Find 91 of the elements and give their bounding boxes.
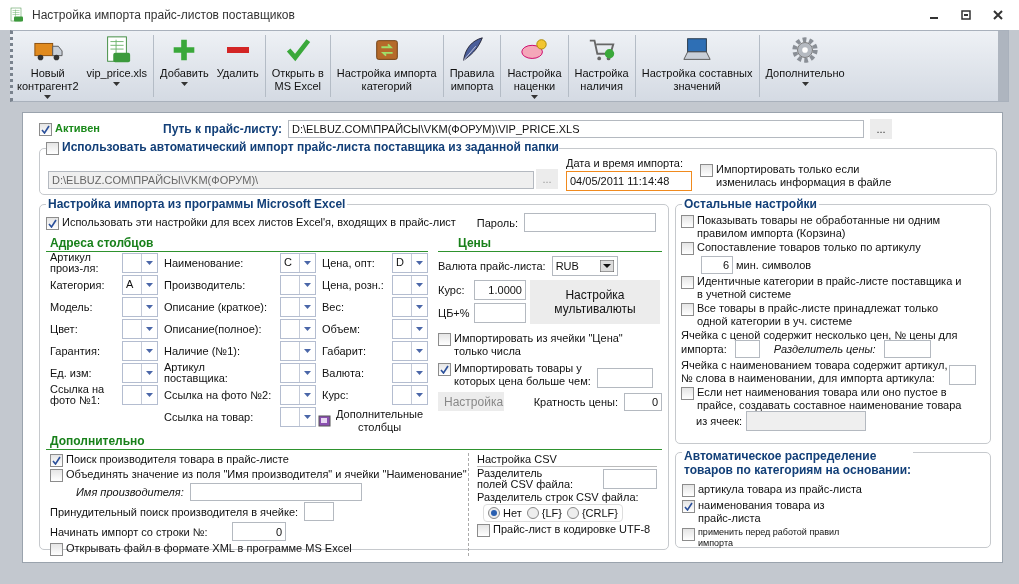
field-label: Курс:: [322, 389, 349, 401]
row-separator-label: Разделитель строк CSV файла:: [477, 491, 640, 503]
checkbox-label: Показывать товары не обработанные ни одним правилом импорта (Корзина): [697, 214, 941, 240]
toolbar-button[interactable]: Добавить: [156, 31, 213, 101]
price-index-label: импорта:: [681, 343, 727, 355]
start-row-field[interactable]: 0: [232, 522, 286, 541]
multiplicity-field[interactable]: 0: [624, 392, 662, 411]
toolbar-button[interactable]: Удалить: [212, 31, 263, 101]
radio-option[interactable]: Нет: [488, 507, 522, 519]
field-label: Категория:: [50, 279, 105, 291]
toolbar-button[interactable]: Настройка наценки: [503, 31, 566, 101]
checkbox-label: Импортировать товары у которых цена больше чем:: [454, 362, 591, 388]
field-label: Описание (краткое):: [164, 301, 268, 313]
browse-button[interactable]: ...: [870, 119, 893, 139]
group-title: Автоматическое распределение товаров по категориям на основании:: [682, 449, 914, 477]
toolbar-button[interactable]: vip_price.xls: [82, 31, 152, 101]
multiplicity-label: Кратность цены:: [533, 395, 618, 408]
checkbox-label: Импортировать только если изменилась информация в файле: [716, 163, 892, 189]
checkbox-label: Прайс-лист в кодировке UTF-8: [493, 523, 651, 536]
toolbar-button[interactable]: Новый контрагент2: [13, 31, 83, 101]
min-chars-field[interactable]: 6: [701, 256, 733, 274]
field-label: Цена, розн.:: [322, 279, 384, 291]
field-label: Наличие (№1):: [164, 345, 240, 357]
toolbar-button[interactable]: Настройка наличия: [570, 31, 633, 101]
field-label: Ссылка на товар:: [164, 411, 254, 423]
checkbox-label: Активен: [55, 122, 100, 135]
column-dropdown[interactable]: C: [280, 253, 316, 273]
column-dropdown[interactable]: A: [122, 275, 158, 295]
password-label: Пароль:: [476, 216, 518, 229]
csv-heading: Настройка CSV: [477, 453, 657, 467]
path-field[interactable]: D:\ELBUZ.COM\ПРАЙСЫ\VKM(ФОРУМ)\VIP_PRICE.XLS: [288, 120, 865, 138]
checkbox-label: артикула товара из прайс-листа: [698, 483, 862, 496]
field-label: Объем:: [322, 323, 361, 335]
extra-columns-link[interactable]: Дополнительные столбцы: [318, 408, 428, 434]
group-title: Настройка импорта из программы Microsoft Excel: [46, 197, 348, 211]
start-row-label: Начинать импорт со строки №:: [50, 525, 209, 538]
forced-search-label: Принудительный поиск производителя в ячейке:: [50, 505, 299, 518]
multicurrency-button[interactable]: Настройка мультивалюты: [530, 280, 660, 324]
rate-field[interactable]: 1.0000: [474, 280, 526, 300]
toolbar-button[interactable]: Открыть в MS Excel: [267, 31, 328, 101]
radio-option[interactable]: {LF}: [526, 507, 562, 519]
field-label: Ссылка на фото №1:: [50, 384, 105, 406]
checkbox-label: Импортировать из ячейки "Цена" только числа: [454, 332, 623, 358]
checkbox-label: Идентичные категории в прайс-листе поставщика и в учетной системе: [697, 275, 962, 301]
article-word-label: Ячейка с наименованием товара содержит артикул, № слова в наименовании, для импорта артикула:: [681, 359, 948, 385]
field-label: Производитель:: [164, 279, 246, 291]
path-label: Путь к прайс-листу:: [163, 122, 283, 136]
section-heading: Адреса столбцов: [46, 236, 428, 252]
checkbox-label: Объединять значение из поля "Имя производителя" и ячейки "Наименование": [66, 468, 467, 481]
field-label: Описание(полное):: [164, 323, 262, 335]
checkbox-label: Поиск производителя товара в прайс-листе: [66, 453, 289, 466]
compose-name-label: из ячеек:: [696, 415, 743, 427]
field-label: Модель:: [50, 301, 93, 313]
section-heading: Дополнительно: [46, 434, 662, 450]
field-label: Ссылка на фото №2:: [164, 389, 272, 401]
currency-dropdown[interactable]: RUB: [551, 256, 618, 276]
field-separator-label: Разделитель полей CSV файла:: [477, 468, 574, 490]
min-chars-label: мин. символов: [736, 259, 812, 271]
field-label: Цена, опт:: [322, 257, 375, 269]
rate-label: Курс:: [438, 284, 465, 296]
checkbox-label: применить перед работой правил импорта: [698, 527, 840, 549]
cb-percent-label: ЦБ+%: [438, 307, 470, 319]
checkbox-label: Использовать эти настройки для всех листов Excel'я, входящих в прайс-лист: [62, 215, 456, 229]
checkbox-label: Сопоставление товаров только по артикулу: [697, 241, 921, 254]
radio-option[interactable]: {CRLF}: [566, 507, 618, 519]
field-label: Вес:: [322, 301, 344, 313]
datetime-label: Дата и время импорта:: [566, 157, 684, 169]
toolbar-button[interactable]: Настройка импорта категорий: [332, 31, 441, 101]
field-label: Артикул поставщика:: [164, 362, 228, 384]
group-title: Остальные настройки: [682, 197, 819, 211]
checkbox-label: наименования товара из прайс-листа: [698, 499, 825, 525]
currency-label: Валюта прайс-листа:: [438, 260, 546, 272]
price-separator-label: Разделитель цены:: [773, 343, 876, 355]
field-label: Цвет:: [50, 323, 78, 335]
checkbox-label: Все товары в прайс-листе принадлежат только одной категории в уч. системе: [697, 302, 939, 328]
field-label: Ед. изм:: [50, 367, 92, 379]
column-dropdown[interactable]: D: [392, 253, 428, 273]
field-label: Валюта:: [322, 367, 364, 379]
toolbar-button[interactable]: Дополнительно: [761, 31, 849, 101]
checkbox-label: Использовать автоматический импорт прайс-листа поставщика из заданной папки: [62, 141, 559, 154]
toolbar-button[interactable]: Правила импорта: [445, 31, 499, 101]
field-label: Наименование:: [164, 257, 244, 269]
field-label: Гарантия:: [50, 345, 100, 357]
field-label: Габарит:: [322, 345, 366, 357]
toolbar-button[interactable]: Настройка составных значений: [637, 31, 757, 101]
price-index-label: Ячейка с ценой содержит несколько цен, № цены для: [681, 329, 959, 341]
checkbox-label: Открывать файл в формате XML в программе MS Excel: [66, 542, 352, 555]
manufacturer-name-label: Имя производителя:: [76, 486, 184, 498]
section-heading: Цены: [438, 236, 662, 252]
field-label: Артикул произ-ля:: [50, 252, 99, 274]
window-title: Настройка импорта прайс-листов поставщиков: [32, 8, 296, 22]
